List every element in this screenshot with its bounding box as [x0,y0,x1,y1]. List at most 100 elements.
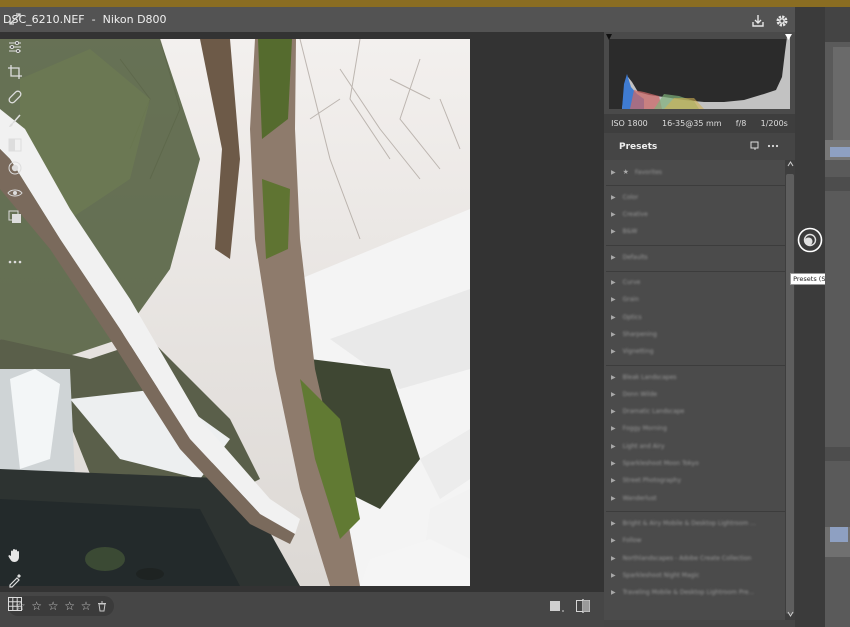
rating-star-4[interactable]: ☆ [64,600,75,612]
expand-arrow-icon[interactable]: ▶ [611,228,616,235]
expand-arrow-icon[interactable]: ▶ [611,169,616,176]
more-options-icon[interactable] [767,142,779,150]
preset-group-item[interactable]: ▶ Vignetting [611,346,654,358]
scroll-down-icon[interactable] [787,611,794,617]
expand-arrow-icon[interactable]: ▶ [611,460,616,467]
preset-group-item[interactable]: ▶ Curve [611,277,640,289]
expand-arrow-icon[interactable]: ▶ [611,391,616,398]
expand-arrow-icon[interactable]: ▶ [611,589,616,596]
expand-arrow-icon[interactable]: ▶ [611,555,616,562]
expand-arrow-icon[interactable]: ▶ [611,572,616,579]
brush-icon[interactable] [7,113,23,129]
presets-group-divider [606,270,785,272]
preset-group-label: B&W [622,228,638,236]
preset-group-label: Vignetting [622,348,654,356]
camera-raw-window: DSC_6210.NEF - Nikon D800 ☆ ☆ ☆ ☆ ISO 18… [0,0,850,627]
preset-group-item[interactable]: ▶ Color [611,191,638,203]
crop-icon[interactable] [7,64,23,80]
preset-group-item[interactable]: ▶ Dramatic Landscape [611,406,684,418]
preset-group-label: Traveling Mobile & Desktop Lightroom Pre… [622,589,755,597]
expand-arrow-icon[interactable]: ▶ [611,254,616,261]
healing-icon[interactable] [7,89,23,105]
preset-group-item[interactable]: ▶ Wanderlust [611,492,657,504]
expand-arrow-icon[interactable]: ▶ [611,520,616,527]
before-after-view-icon[interactable] [575,598,591,614]
preset-group-item[interactable]: ▶ Follow [611,535,641,547]
presets-group-divider [606,185,785,187]
preset-group-item[interactable]: ▶ Sharpening [611,328,657,340]
preset-group-label: Light and Airy [622,442,665,450]
scrollbar-thumb[interactable] [786,174,794,614]
preset-group-item[interactable]: ▶ Sparkleshoot Moon Tokyo [611,458,699,470]
preset-group-item[interactable]: ▶ B&W [611,226,637,238]
rating-star-2[interactable]: ☆ [31,600,42,612]
preset-group-item[interactable]: ▶ Traveling Mobile & Desktop Lightroom Pr… [611,587,754,599]
photo-preview [0,39,470,586]
presets-title: Presets [619,141,658,152]
radial-filter-icon[interactable] [7,160,23,176]
expand-arrow-icon[interactable]: ▶ [611,408,616,415]
preset-group-item[interactable]: ▶ Bleak Landscapes [611,371,677,383]
preset-group-item[interactable]: ▶ Defaults [611,251,648,263]
preset-group-label: Sharpening [622,330,657,338]
grid-overlay-icon[interactable] [7,596,23,612]
aperture-value: f/8 [735,119,747,128]
expand-arrow-icon[interactable]: ▶ [611,537,616,544]
preset-group-label: Defaults [622,253,648,261]
expand-arrow-icon[interactable]: ▶ [611,425,616,432]
rating-star-3[interactable]: ☆ [48,600,59,612]
preset-group-item[interactable]: ▶ Optics [611,311,642,323]
title-bar: DSC_6210.NEF - Nikon D800 [0,7,795,32]
gradient-icon[interactable] [7,137,23,153]
save-image-icon[interactable] [750,13,766,29]
settings-gear-icon[interactable] [774,13,790,29]
expand-arrow-icon[interactable]: ▶ [611,374,616,381]
lens-value: 16-35@35 mm [661,119,722,128]
fullscreen-icon[interactable] [7,11,23,27]
new-preset-icon[interactable] [750,141,760,151]
preset-group-item[interactable]: ▶ Creative [611,209,648,221]
preset-group-label: Foggy Morning [622,425,667,433]
preset-group-label: Favorites [634,168,663,176]
expand-arrow-icon[interactable]: ▶ [611,194,616,201]
color-sampler-icon[interactable] [7,572,23,588]
presets-icon[interactable] [797,227,823,253]
expand-arrow-icon[interactable]: ▶ [611,348,616,355]
star-rating[interactable]: ☆ ☆ ☆ ☆ ☆ [8,596,114,616]
preset-group-label: Grain [622,296,639,304]
expand-arrow-icon[interactable]: ▶ [611,211,616,218]
expand-arrow-icon[interactable]: ▶ [611,495,616,502]
expand-arrow-icon[interactable]: ▶ [611,279,616,286]
trash-icon[interactable] [97,601,107,612]
single-view-icon[interactable] [549,599,565,613]
more-tools-icon[interactable] [7,254,23,270]
presets-scrollbar[interactable] [785,160,795,620]
hand-tool-icon[interactable] [7,547,23,563]
edit-sliders-icon[interactable] [7,39,23,55]
preset-group-item[interactable]: ▶ Grain [611,294,639,306]
expand-arrow-icon[interactable]: ▶ [611,296,616,303]
expand-arrow-icon[interactable]: ▶ [611,331,616,338]
window-top-accent [0,0,850,7]
red-eye-icon[interactable] [7,185,23,201]
preset-group-label: Street Photography [622,477,681,485]
preset-group-item[interactable]: ▶ Donn Wilde [611,388,657,400]
preset-group-item[interactable]: ▶ Light and Airy [611,440,665,452]
presets-group-divider [606,245,785,247]
expand-arrow-icon[interactable]: ▶ [611,443,616,450]
snapshots-icon[interactable] [7,208,23,224]
preset-group-label: Creative [622,211,648,219]
scroll-up-icon[interactable] [787,161,794,167]
preset-group-item[interactable]: ▶ Sparkleshoot Night Magic [611,569,699,581]
rating-star-5[interactable]: ☆ [81,600,92,612]
preset-group-item[interactable]: ▶ Bright & Airy Mobile & Desktop Lightroo… [611,517,756,529]
histogram [604,32,795,114]
expand-arrow-icon[interactable]: ▶ [611,314,616,321]
expand-arrow-icon[interactable]: ▶ [611,477,616,484]
preset-group-label: Color [622,193,639,201]
tool-strip [795,7,825,627]
preset-group-item[interactable]: ▶ Street Photography [611,475,681,487]
preset-group-item[interactable]: ▶ Northlandscapes - Adobe Create Collecti… [611,552,751,564]
preset-group-item[interactable]: ▶ ★ Favorites [611,166,662,178]
preset-group-item[interactable]: ▶ Foggy Morning [611,423,667,435]
